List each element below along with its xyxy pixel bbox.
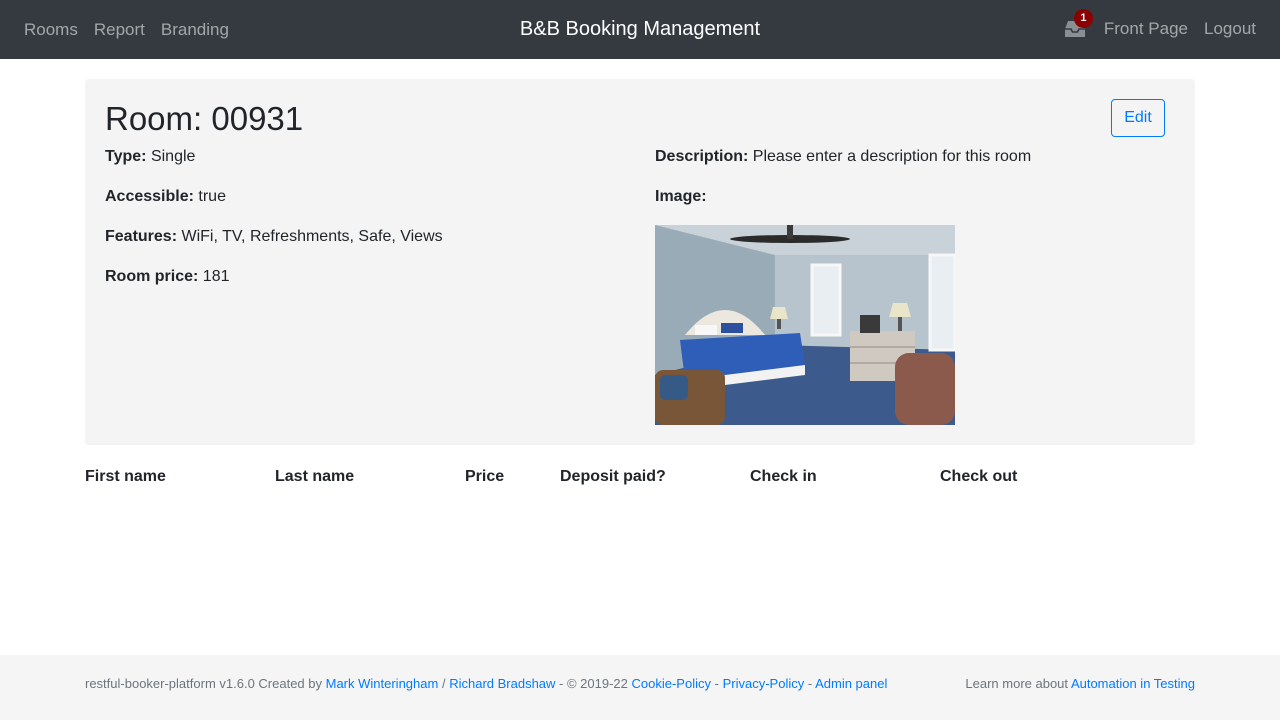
col-header-last-name: Last name [275,468,355,485]
nav-link-logout[interactable]: Logout [1204,19,1256,39]
footer-link-automation-in-testing[interactable]: Automation in Testing [1071,676,1195,691]
brand-title[interactable]: B&B Booking Management [520,18,760,41]
room-price: Room price: 181 [105,267,230,287]
room-features: Features: WiFi, TV, Refreshments, Safe, … [105,227,443,247]
footer-dash: - [714,676,719,691]
footer-link-mark-winteringham[interactable]: Mark Winteringham [326,676,439,691]
room-details-card: Room: 00931 Edit Type: Single Accessible… [85,79,1195,445]
room-accessible-label: Accessible: [105,188,194,205]
room-type-label: Type: [105,148,147,165]
room-image-heading: Image: [655,187,707,207]
col-header-check-out: Check out [940,468,1018,485]
col-header-price: Price [465,468,505,485]
top-navbar: Rooms Report Branding B&B Booking Manage… [0,0,1280,59]
notification-badge: 1 [1073,8,1093,28]
footer-link-admin-panel[interactable]: Admin panel [815,676,887,691]
footer-link-privacy-policy[interactable]: Privacy-Policy [723,676,805,691]
nav-left-links: Rooms Report Branding [24,0,229,59]
nav-link-report[interactable]: Report [94,20,145,40]
footer-learn-more: Learn more about Automation in Testing [965,676,1195,691]
nav-link-branding[interactable]: Branding [161,20,229,40]
footer-learn-text: Learn more about [965,676,1069,691]
footer-credits: restful-booker-platform v1.6.0 Created b… [85,676,887,691]
footer-prefix: restful-booker-platform v1.6.0 Created b… [85,676,322,691]
room-description-label: Description: [655,148,749,165]
footer: restful-booker-platform v1.6.0 Created b… [0,655,1280,720]
footer-copyright: - © 2019-22 [559,676,628,691]
room-title: Room: 00931 [105,100,304,137]
nav-link-rooms[interactable]: Rooms [24,20,78,40]
room-accessible-value: true [198,188,226,205]
room-accessible: Accessible: true [105,187,226,207]
bedroom-photo [655,225,955,425]
room-features-label: Features: [105,228,178,245]
footer-link-cookie-policy[interactable]: Cookie-Policy [632,676,711,691]
room-type: Type: Single [105,147,195,167]
room-description-value: Please enter a description for this room [752,148,1032,165]
room-price-value: 181 [202,268,230,285]
col-header-deposit-paid: Deposit paid? [560,468,666,485]
room-description: Description: Please enter a description … [655,147,1031,167]
col-header-first-name: First name [85,468,166,485]
room-features-value: WiFi, TV, Refreshments, Safe, Views [181,228,443,245]
messages-link[interactable]: 1 [1064,8,1093,39]
room-type-value: Single [150,148,196,165]
footer-separator: / [441,676,446,691]
footer-link-richard-bradshaw[interactable]: Richard Bradshaw [449,676,555,691]
col-header-check-in: Check in [750,468,817,485]
nav-link-front-page[interactable]: Front Page [1104,19,1188,39]
nav-right-links: 1 Front Page Logout [1064,0,1256,57]
room-price-label: Room price: [105,268,199,285]
room-image [655,225,955,425]
room-image-label: Image: [655,188,707,205]
edit-button[interactable]: Edit [1111,99,1165,137]
footer-dash: - [807,676,813,691]
